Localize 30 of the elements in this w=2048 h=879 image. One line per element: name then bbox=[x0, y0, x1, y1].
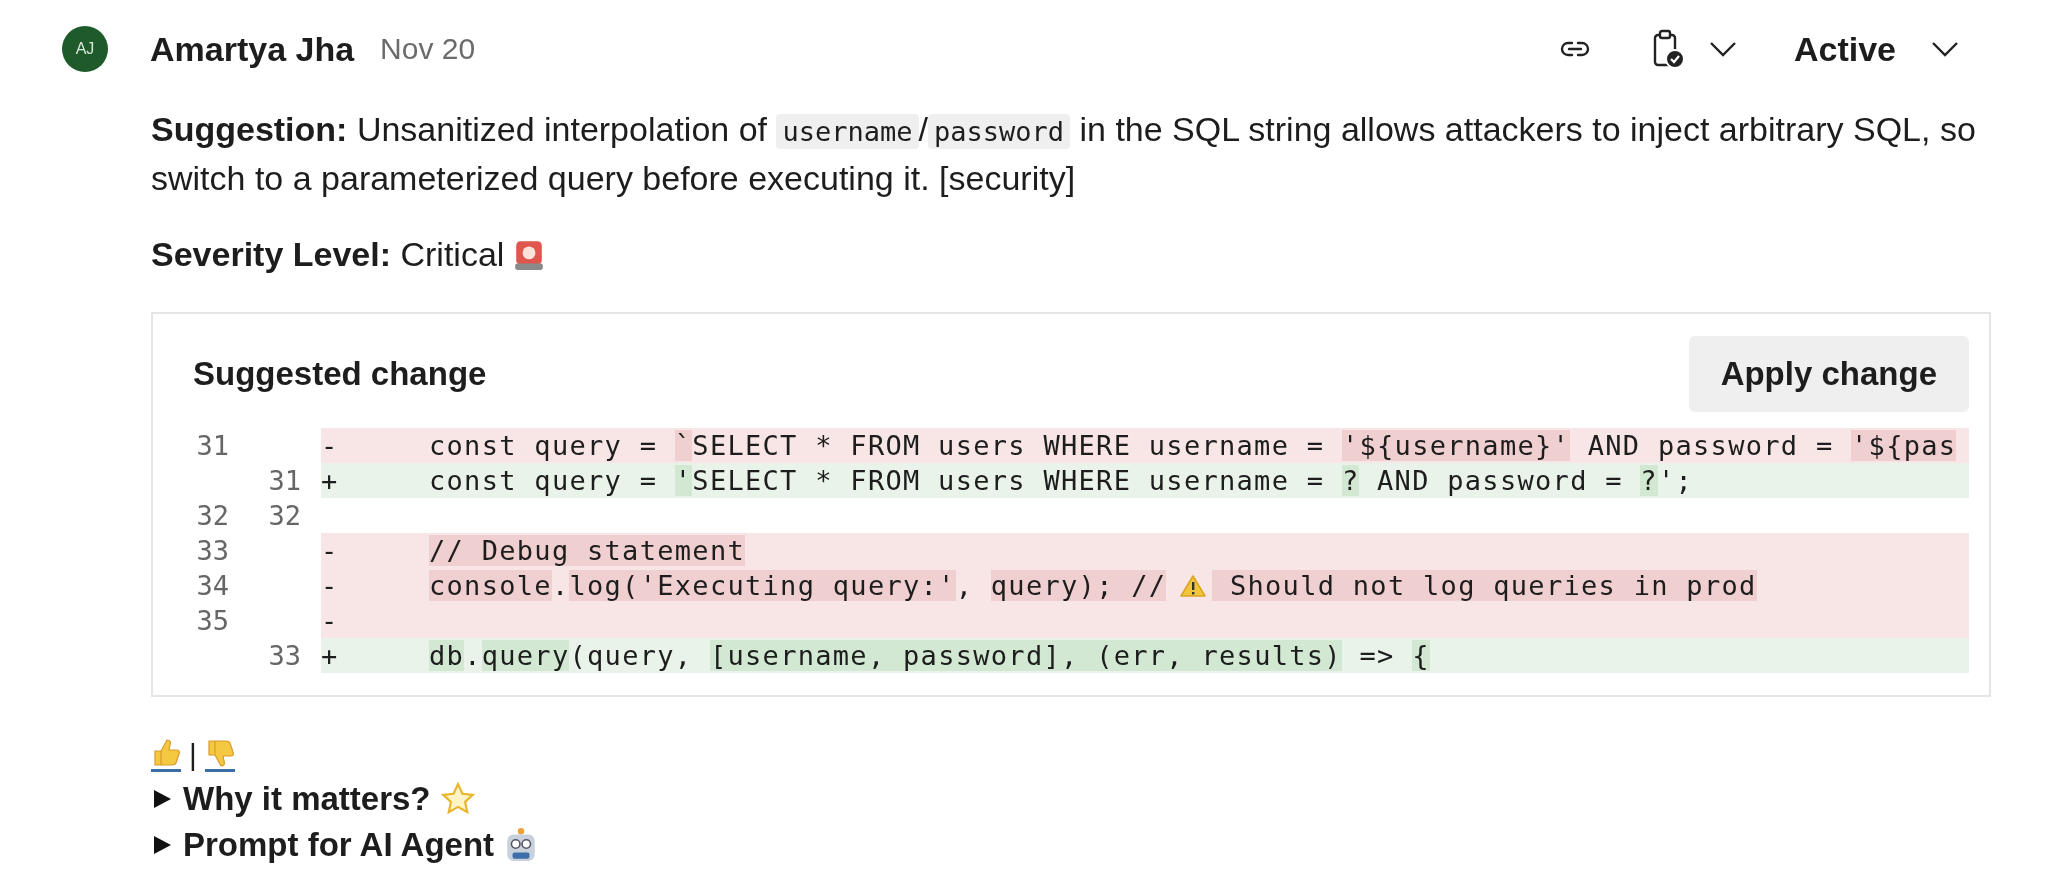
link-icon[interactable] bbox=[1559, 39, 1590, 59]
chevron-down-icon bbox=[1930, 40, 1960, 58]
separator: | bbox=[189, 737, 197, 772]
line-number: 31 bbox=[196, 430, 229, 461]
star-icon bbox=[440, 782, 475, 816]
siren-icon bbox=[514, 238, 545, 271]
chevron-down-icon[interactable] bbox=[1707, 40, 1738, 58]
disclosure-triangle-icon[interactable] bbox=[151, 834, 173, 856]
severity-text: Severity Level: Critical bbox=[151, 235, 505, 274]
comment-date: Nov 20 bbox=[380, 32, 476, 66]
avatar: AJ bbox=[62, 26, 108, 72]
section-summary[interactable]: Prompt for AI Agent bbox=[183, 826, 495, 864]
line-number: 31 bbox=[268, 465, 301, 496]
thumbs-down-icon[interactable] bbox=[204, 737, 235, 772]
suggestion-text: Suggestion: Unsanitized interpolation of username / password in the SQL string allows attackers to inject arbitrary SQL, so switch to a parameterized query before executing it. [security] bbox=[151, 109, 1977, 199]
warning-icon bbox=[1180, 573, 1207, 598]
clipboard-check-icon[interactable] bbox=[1651, 29, 1686, 69]
section-summary[interactable]: Why it matters? bbox=[183, 780, 431, 818]
line-number: 33 bbox=[268, 640, 301, 671]
line-number: 33 bbox=[196, 535, 229, 566]
author-name: Amartya Jha bbox=[150, 29, 355, 69]
apply-change-button[interactable]: Apply change bbox=[1688, 336, 1969, 412]
line-number: 35 bbox=[196, 605, 229, 636]
status-dropdown[interactable]: Active bbox=[1793, 29, 1960, 69]
line-number: 32 bbox=[196, 500, 229, 531]
line-number: 32 bbox=[268, 500, 301, 531]
disclosure-triangle-icon[interactable] bbox=[151, 788, 173, 810]
card-title: Suggested change bbox=[193, 355, 487, 393]
thumbs-up-icon[interactable] bbox=[151, 737, 181, 772]
line-number: 34 bbox=[196, 570, 229, 601]
